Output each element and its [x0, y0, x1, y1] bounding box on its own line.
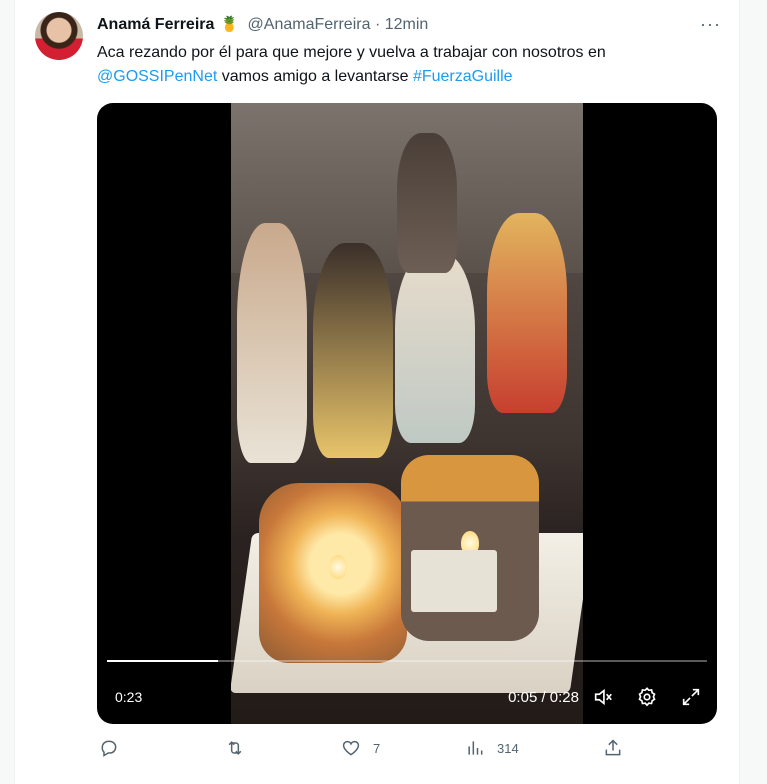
video-time-display: 0:05 / 0:28: [508, 689, 579, 706]
video-player[interactable]: 0:23 0:05 / 0:28: [97, 103, 717, 724]
hashtag-link[interactable]: #FuerzaGuille: [413, 68, 513, 85]
statue-figure: [397, 133, 457, 273]
settings-icon[interactable]: [633, 683, 661, 711]
retweet-icon: [228, 741, 242, 755]
reply-icon: [101, 740, 117, 757]
reply-button[interactable]: [99, 738, 131, 758]
pineapple-emoji: 🍍: [220, 16, 240, 33]
author-avatar[interactable]: [35, 12, 83, 60]
statue-figure: [395, 253, 475, 443]
header-separator: ·: [374, 16, 381, 33]
statue-figure: [313, 243, 393, 458]
tweet-header: Anamá Ferreira 🍍 @AnamaFerreira · 12min: [97, 14, 428, 36]
statue-figure: [237, 223, 307, 463]
more-options-icon[interactable]: ···: [700, 14, 721, 35]
views-button[interactable]: 314: [465, 738, 519, 758]
page-background: Anamá Ferreira 🍍 @AnamaFerreira · 12min ·…: [0, 0, 767, 784]
tweet-card[interactable]: Anamá Ferreira 🍍 @AnamaFerreira · 12min ·…: [14, 0, 740, 784]
views-count: 314: [497, 740, 519, 756]
heart-icon: [342, 740, 360, 756]
video-left-time: 0:23: [115, 689, 143, 705]
retweet-button[interactable]: [225, 738, 257, 758]
mention-link[interactable]: @GOSSIPenNet: [97, 68, 217, 85]
candle-label: [411, 550, 497, 612]
tweet-text: Aca rezando por él para que mejore y vue…: [97, 41, 717, 89]
tweet-actions-bar: 7 314: [97, 738, 637, 766]
views-icon: [468, 741, 483, 755]
like-button[interactable]: 7: [341, 738, 380, 758]
statue-figure: [487, 213, 567, 413]
video-progress-bar[interactable]: [107, 660, 707, 662]
tweet-text-part1: Aca rezando por él para que mejore y vue…: [97, 44, 606, 61]
video-progress-fill: [107, 660, 218, 662]
like-count: 7: [373, 740, 381, 756]
share-button[interactable]: [603, 738, 635, 758]
mute-icon[interactable]: [589, 683, 617, 711]
author-name[interactable]: Anamá Ferreira: [97, 16, 214, 33]
tweet-timestamp[interactable]: 12min: [385, 16, 429, 33]
fullscreen-icon[interactable]: [677, 683, 705, 711]
author-handle[interactable]: @AnamaFerreira: [248, 16, 371, 33]
share-icon: [605, 739, 621, 756]
tweet-text-part2: vamos amigo a levantarse: [217, 68, 413, 85]
flame-left: [329, 555, 347, 579]
video-frame[interactable]: [231, 103, 583, 724]
